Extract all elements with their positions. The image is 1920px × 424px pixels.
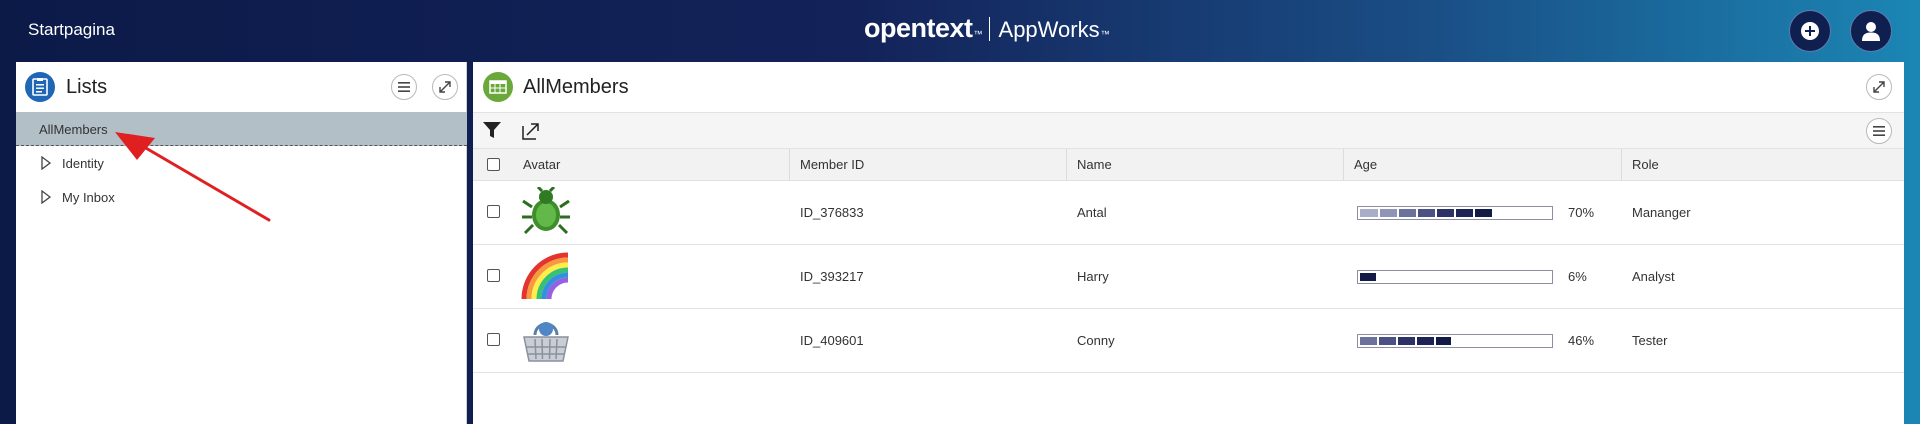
table-row[interactable]: ID_393217 Harry 6% Analyst [473, 245, 1904, 309]
brand-name: opentext [864, 13, 973, 43]
expand-triangle-icon[interactable] [41, 156, 51, 170]
brand-product-trademark: ™ [1100, 29, 1110, 39]
lists-panel-title: Lists [66, 76, 108, 98]
age-percent-label: 6% [1568, 269, 1587, 284]
lists-icon [25, 72, 55, 102]
home-link[interactable]: Startpagina [28, 20, 115, 40]
brand-logo: opentext ™ AppWorks ™ [864, 13, 1110, 44]
rainbow-icon [521, 252, 569, 300]
table-menu-button[interactable] [1866, 118, 1892, 144]
plus-circle-icon [1801, 22, 1819, 40]
expand-icon [1873, 81, 1885, 93]
user-profile-button[interactable] [1850, 10, 1892, 52]
list-item-label: My Inbox [62, 190, 115, 205]
name-cell: Conny [1077, 333, 1115, 348]
panel-expand-button[interactable] [1866, 74, 1892, 100]
expand-triangle-icon[interactable] [41, 190, 51, 204]
member-id-cell: ID_409601 [800, 333, 864, 348]
allmembers-panel-header: AllMembers [473, 62, 1904, 112]
column-header-name[interactable]: Name [1067, 149, 1344, 181]
brand-trademark: ™ [973, 29, 983, 39]
brand-divider [988, 16, 990, 41]
name-cell: Antal [1077, 205, 1107, 220]
table-header: Avatar Member ID Name Age Role [473, 149, 1904, 181]
role-cell: Tester [1632, 333, 1668, 348]
role-cell: Analyst [1632, 269, 1675, 284]
allmembers-panel: AllMembers Avatar Member ID Name Age Rol… [473, 62, 1904, 424]
column-header-age[interactable]: Age [1344, 149, 1622, 181]
table-row[interactable]: ID_376833 Antal 70% Mananger [473, 181, 1904, 245]
lists-expand-button[interactable] [432, 74, 458, 100]
age-progress-bar [1357, 270, 1553, 284]
role-cell: Mananger [1632, 205, 1691, 220]
lists-panel: Lists AllMembers Identity My Inbox [16, 62, 467, 424]
member-id-cell: ID_393217 [800, 269, 864, 284]
lists-menu-button[interactable] [391, 74, 417, 100]
row-checkbox[interactable] [487, 333, 500, 346]
user-icon [1862, 22, 1880, 41]
name-cell: Harry [1077, 269, 1109, 284]
column-header-role[interactable]: Role [1622, 149, 1904, 181]
app-header: Startpagina opentext ™ AppWorks ™ [0, 0, 1920, 62]
bug-icon [522, 187, 570, 235]
create-button[interactable] [1789, 10, 1831, 52]
age-progress-bar [1357, 334, 1553, 348]
member-id-cell: ID_376833 [800, 205, 864, 220]
basket-icon [523, 322, 569, 362]
hamburger-icon [398, 82, 410, 92]
lists-panel-header: Lists [16, 62, 466, 112]
age-percent-label: 70% [1568, 205, 1595, 220]
brand-product: AppWorks [998, 17, 1100, 42]
table-icon [483, 72, 513, 102]
row-checkbox[interactable] [487, 269, 500, 282]
members-table: Avatar Member ID Name Age Role ID_376833… [473, 149, 1904, 373]
list-item-label: Identity [62, 156, 104, 171]
filter-icon[interactable] [483, 122, 501, 139]
allmembers-panel-title: AllMembers [523, 76, 629, 98]
age-progress-bar [1357, 206, 1553, 220]
table-toolbar [473, 112, 1904, 149]
column-header-member-id[interactable]: Member ID [790, 149, 1067, 181]
select-all-checkbox[interactable] [487, 158, 500, 171]
table-row[interactable]: ID_409601 Conny 46% Tester [473, 309, 1904, 373]
hamburger-icon [1873, 126, 1885, 136]
row-checkbox[interactable] [487, 205, 500, 218]
column-header-avatar[interactable]: Avatar [513, 149, 790, 181]
export-icon[interactable] [522, 122, 540, 140]
list-item-label: AllMembers [39, 122, 108, 137]
annotation-arrow [115, 132, 271, 222]
age-percent-label: 46% [1568, 333, 1595, 348]
expand-icon [439, 81, 451, 93]
